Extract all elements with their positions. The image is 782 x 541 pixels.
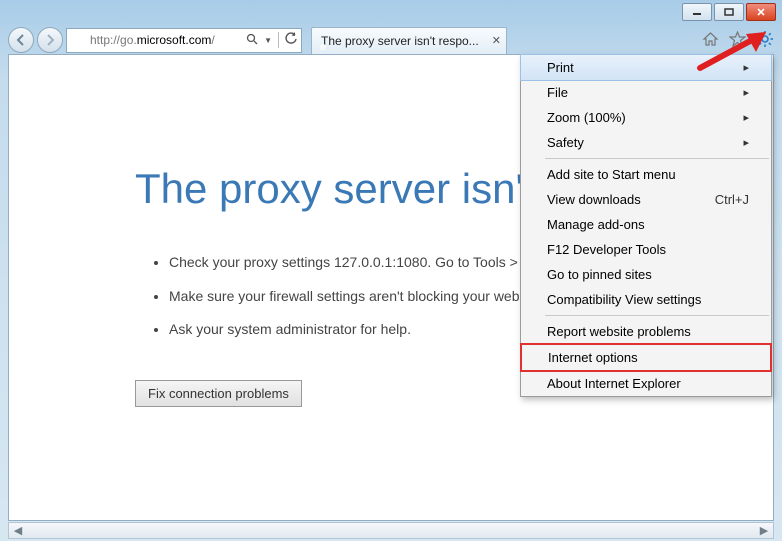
menu-f12[interactable]: F12 Developer Tools (521, 237, 771, 262)
favorites-icon[interactable] (729, 31, 746, 50)
menu-separator (545, 315, 769, 316)
menu-compat-view[interactable]: Compatibility View settings (521, 287, 771, 312)
ie-favicon-icon (70, 32, 86, 48)
tab-title: The proxy server isn't respo... (321, 34, 488, 48)
toolbar: http://go.microsoft.com/ ▼ The proxy ser… (8, 26, 774, 54)
refresh-icon[interactable] (285, 32, 298, 48)
settings-gear-icon[interactable] (756, 30, 774, 51)
url-text: http://go.microsoft.com/ (90, 33, 246, 47)
shortcut-label: Ctrl+J (715, 192, 749, 207)
menu-zoom[interactable]: Zoom (100%) (521, 105, 771, 130)
menu-report-problems[interactable]: Report website problems (521, 319, 771, 344)
menu-separator (545, 158, 769, 159)
menu-view-downloads[interactable]: View downloadsCtrl+J (521, 187, 771, 212)
forward-button[interactable] (37, 27, 63, 53)
scroll-left-icon[interactable]: ◀ (9, 524, 27, 537)
fix-connection-button[interactable]: Fix connection problems (135, 380, 302, 407)
tab-close-icon[interactable]: ✕ (492, 34, 501, 47)
menu-manage-addons[interactable]: Manage add-ons (521, 212, 771, 237)
tab-active[interactable]: The proxy server isn't respo... ✕ (311, 27, 507, 54)
settings-menu: Print File Zoom (100%) Safety Add site t… (520, 54, 772, 397)
minimize-button[interactable] (682, 3, 712, 21)
menu-add-start[interactable]: Add site to Start menu (521, 162, 771, 187)
menu-pinned-sites[interactable]: Go to pinned sites (521, 262, 771, 287)
home-icon[interactable] (702, 31, 719, 50)
dropdown-icon[interactable]: ▼ (264, 36, 272, 45)
menu-print[interactable]: Print (520, 54, 772, 81)
menu-internet-options[interactable]: Internet options (520, 343, 772, 372)
menu-file[interactable]: File (521, 80, 771, 105)
scroll-right-icon[interactable]: ▶ (755, 524, 773, 537)
search-icon[interactable] (246, 33, 258, 48)
menu-safety[interactable]: Safety (521, 130, 771, 155)
window-controls (682, 3, 776, 21)
back-button[interactable] (8, 27, 34, 53)
horizontal-scrollbar[interactable]: ◀ ▶ (8, 522, 774, 539)
address-bar[interactable]: http://go.microsoft.com/ ▼ (66, 28, 302, 53)
menu-about-ie[interactable]: About Internet Explorer (521, 371, 771, 396)
maximize-button[interactable] (714, 3, 744, 21)
close-button[interactable] (746, 3, 776, 21)
scroll-track[interactable] (27, 523, 755, 538)
